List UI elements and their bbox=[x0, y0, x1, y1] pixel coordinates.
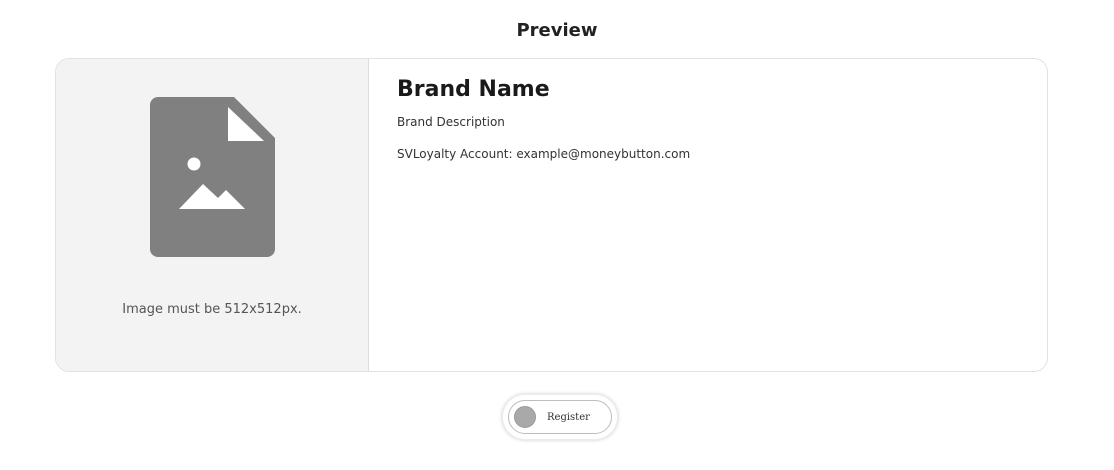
brand-preview-card: Image must be 512x512px. Brand Name Bran… bbox=[55, 58, 1048, 372]
image-size-hint: Image must be 512x512px. bbox=[122, 302, 302, 317]
image-file-icon bbox=[150, 97, 275, 257]
preview-page: Preview Image must be 512x512px. Brand N… bbox=[0, 0, 1114, 470]
brand-name: Brand Name bbox=[397, 77, 550, 102]
register-toggle-track: Register bbox=[508, 400, 612, 434]
brand-info: Brand Name Brand Description SVLoyalty A… bbox=[369, 59, 1047, 371]
register-toggle[interactable]: Register bbox=[503, 395, 617, 439]
preview-heading: Preview bbox=[516, 20, 598, 41]
account-line: SVLoyalty Account: example@moneybutton.c… bbox=[397, 147, 691, 161]
brand-description: Brand Description bbox=[397, 115, 505, 129]
brand-image-placeholder[interactable]: Image must be 512x512px. bbox=[56, 59, 369, 371]
register-label: Register bbox=[547, 411, 590, 423]
toggle-knob bbox=[514, 406, 536, 428]
